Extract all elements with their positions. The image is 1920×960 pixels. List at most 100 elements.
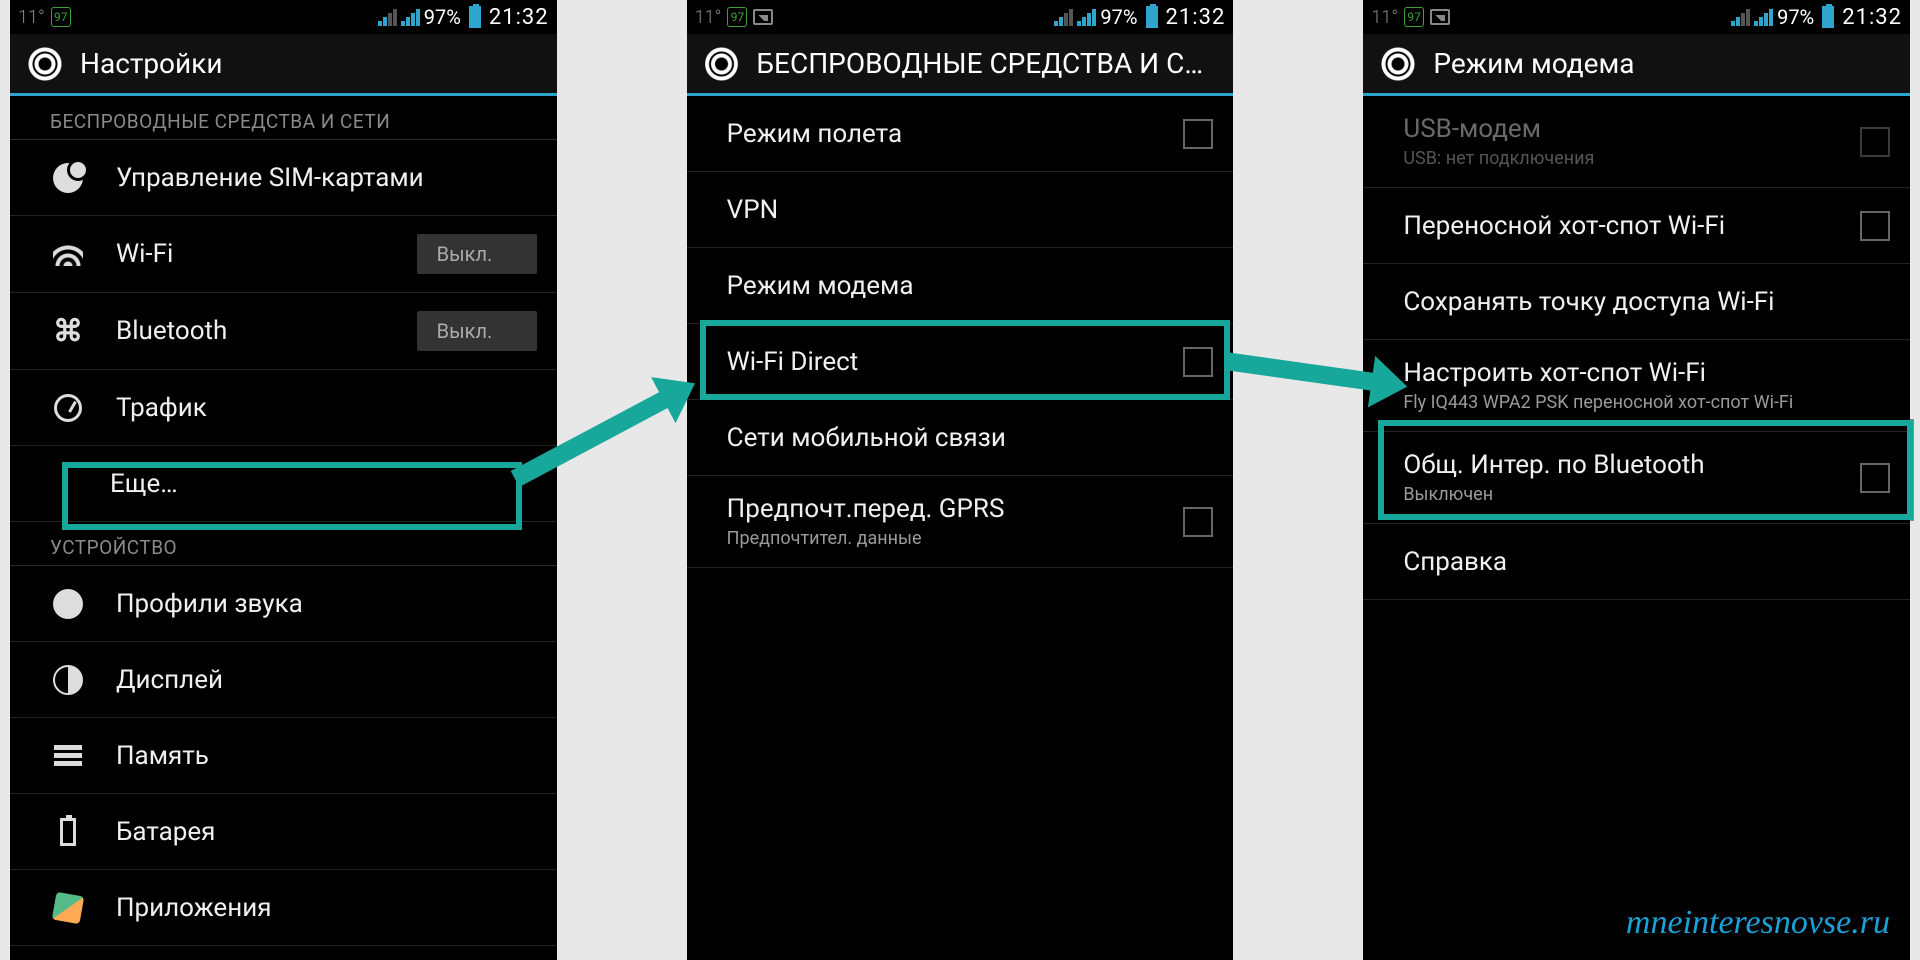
- row-bluetooth[interactable]: ⌘ Bluetooth Выкл.: [10, 293, 557, 370]
- clock: 21:32: [1842, 5, 1902, 30]
- row-label: USB-модем: [1403, 114, 1860, 144]
- row-bluetooth-tether[interactable]: Общ. Интер. по Bluetooth Выключен: [1363, 432, 1910, 524]
- row-label: Предпочт.перед. GPRS: [727, 494, 1184, 524]
- row-wifi-direct[interactable]: Wi-Fi Direct: [687, 324, 1234, 400]
- row-label: Трафик: [116, 393, 207, 423]
- category-device: УСТРОЙСТВО: [10, 522, 557, 566]
- battery-icon: [1146, 6, 1158, 28]
- battery-percent: 97%: [1777, 5, 1814, 29]
- notification-badge: 97: [1404, 7, 1424, 27]
- temperature-indicator: 11°: [695, 7, 722, 28]
- row-mobile-networks[interactable]: Сети мобильной связи: [687, 400, 1234, 476]
- battery-row-icon: [50, 814, 86, 850]
- row-battery[interactable]: Батарея: [10, 794, 557, 870]
- battery-percent: 97%: [424, 5, 461, 29]
- row-subtitle: Выключен: [1403, 484, 1860, 505]
- phone-settings: 11° 97 97% 21:32 Настройки БЕСПРОВОДНЫЕ …: [10, 0, 557, 960]
- row-wifi[interactable]: Wi-Fi Выкл.: [10, 216, 557, 293]
- phone-tethering: 11° 97 97% 21:32 Режим модема USB-модем …: [1363, 0, 1910, 960]
- row-label: Батарея: [116, 817, 215, 847]
- battery-percent: 97%: [1100, 5, 1137, 29]
- gprs-checkbox[interactable]: [1183, 507, 1213, 537]
- screenshot-icon: [753, 9, 773, 25]
- airplane-checkbox[interactable]: [1183, 119, 1213, 149]
- row-label: Сети мобильной связи: [727, 423, 1006, 453]
- hotspot-checkbox[interactable]: [1860, 211, 1890, 241]
- category-wireless: БЕСПРОВОДНЫЕ СРЕДСТВА И СЕТИ: [10, 96, 557, 140]
- signal-sim1-icon: [1054, 8, 1073, 26]
- row-label: Режим полета: [727, 119, 1184, 149]
- settings-gear-icon[interactable]: [1381, 47, 1415, 81]
- title-bar: БЕСПРОВОДНЫЕ СРЕДСТВА И СЕ…: [687, 34, 1234, 96]
- clock: 21:32: [1166, 5, 1226, 30]
- signal-sim2-icon: [1754, 8, 1773, 26]
- row-vpn[interactable]: VPN: [687, 172, 1234, 248]
- row-audio-profiles[interactable]: Профили звука: [10, 566, 557, 642]
- row-label: Справка: [1403, 547, 1507, 577]
- row-airplane-mode[interactable]: Режим полета: [687, 96, 1234, 172]
- row-label: Wi-Fi Direct: [727, 347, 1184, 377]
- row-sim-management[interactable]: Управление SIM-картами: [10, 140, 557, 216]
- row-usb-modem: USB-модем USB: нет подключения: [1363, 96, 1910, 188]
- row-subtitle: USB: нет подключения: [1403, 148, 1860, 169]
- row-label: Общ. Интер. по Bluetooth: [1403, 450, 1860, 480]
- temperature-indicator: 11°: [1371, 7, 1398, 28]
- row-more[interactable]: Еще…: [10, 446, 557, 522]
- settings-gear-icon: [28, 47, 62, 81]
- audio-icon: [50, 586, 86, 622]
- row-traffic[interactable]: Трафик: [10, 370, 557, 446]
- row-apps[interactable]: Приложения: [10, 870, 557, 946]
- title-bar: Режим модема: [1363, 34, 1910, 96]
- signal-sim1-icon: [378, 8, 397, 26]
- row-gprs-preference[interactable]: Предпочт.перед. GPRS Предпочтител. данны…: [687, 476, 1234, 568]
- row-configure-hotspot[interactable]: Настроить хот-спот Wi-Fi Fly IQ443 WPA2 …: [1363, 340, 1910, 432]
- row-display[interactable]: Дисплей: [10, 642, 557, 718]
- bluetooth-toggle[interactable]: Выкл.: [417, 311, 537, 351]
- battery-icon: [469, 6, 481, 28]
- status-bar: 11° 97 97% 21:32: [1363, 0, 1910, 34]
- memory-icon: [50, 738, 86, 774]
- row-memory[interactable]: Память: [10, 718, 557, 794]
- row-label: Еще…: [110, 469, 178, 499]
- row-label: Дисплей: [116, 665, 223, 695]
- status-bar: 11° 97 97% 21:32: [10, 0, 557, 34]
- row-label: Память: [116, 741, 209, 771]
- clock: 21:32: [489, 5, 549, 30]
- row-label: Управление SIM-картами: [116, 163, 424, 193]
- traffic-icon: [50, 390, 86, 426]
- display-icon: [50, 662, 86, 698]
- row-label: Приложения: [116, 893, 271, 923]
- row-label: Wi-Fi: [116, 239, 173, 269]
- row-help[interactable]: Справка: [1363, 524, 1910, 600]
- usb-modem-checkbox: [1860, 127, 1890, 157]
- notification-badge: 97: [727, 7, 747, 27]
- settings-gear-icon[interactable]: [705, 47, 739, 81]
- apps-icon: [50, 890, 86, 926]
- wifi-icon: [50, 236, 86, 272]
- row-label: Bluetooth: [116, 316, 227, 346]
- status-bar: 11° 97 97% 21:32: [687, 0, 1234, 34]
- row-label: Режим модема: [727, 271, 914, 301]
- phone-wireless: 11° 97 97% 21:32 БЕСПРОВОДНЫЕ СРЕДСТВА И…: [687, 0, 1234, 960]
- row-label: VPN: [727, 195, 779, 225]
- row-label: Профили звука: [116, 589, 303, 619]
- bt-tether-checkbox[interactable]: [1860, 463, 1890, 493]
- page-title: Режим модема: [1433, 47, 1634, 80]
- row-label: Настроить хот-спот Wi-Fi: [1403, 358, 1890, 388]
- signal-sim2-icon: [1077, 8, 1096, 26]
- screenshot-icon: [1430, 9, 1450, 25]
- row-keep-hotspot[interactable]: Сохранять точку доступа Wi-Fi: [1363, 264, 1910, 340]
- page-title: БЕСПРОВОДНЫЕ СРЕДСТВА И СЕ…: [756, 47, 1215, 80]
- page-title: Настройки: [80, 47, 222, 80]
- signal-sim2-icon: [401, 8, 420, 26]
- wifi-toggle[interactable]: Выкл.: [417, 234, 537, 274]
- watermark: mneinteresnovse.ru: [1626, 904, 1890, 942]
- signal-sim1-icon: [1731, 8, 1750, 26]
- wifi-direct-checkbox[interactable]: [1183, 347, 1213, 377]
- bluetooth-icon: ⌘: [50, 313, 86, 349]
- row-tethering[interactable]: Режим модема: [687, 248, 1234, 324]
- row-portable-hotspot[interactable]: Переносной хот-спот Wi-Fi: [1363, 188, 1910, 264]
- row-label: Сохранять точку доступа Wi-Fi: [1403, 287, 1774, 317]
- row-subtitle: Предпочтител. данные: [727, 528, 1184, 549]
- title-bar: Настройки: [10, 34, 557, 96]
